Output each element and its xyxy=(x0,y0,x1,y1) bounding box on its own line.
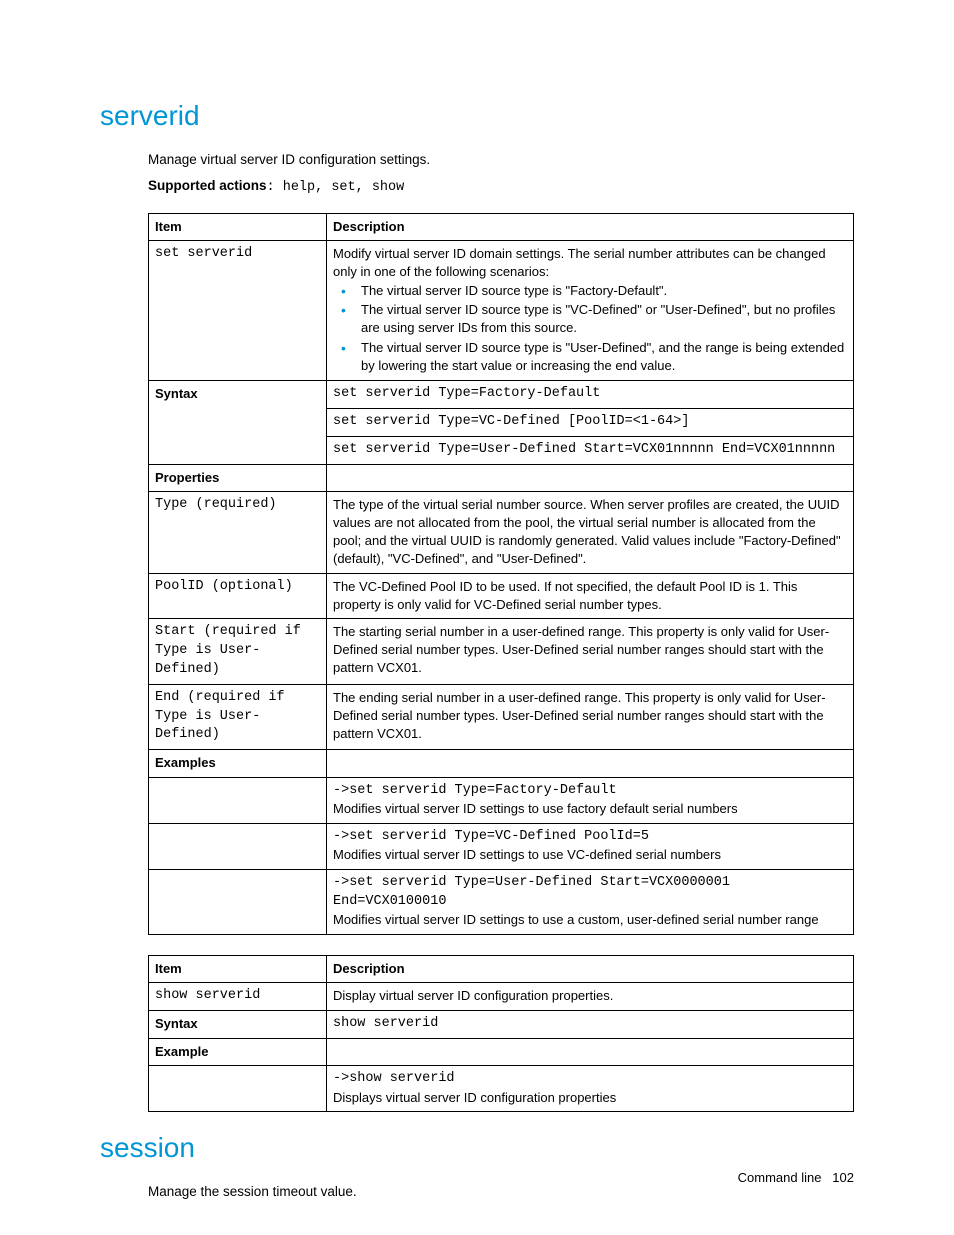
end-desc: The ending serial number in a user-defin… xyxy=(327,684,854,750)
start-desc: The starting serial number in a user-def… xyxy=(327,618,854,684)
example-empty-2 xyxy=(327,1038,854,1065)
footer-section: Command line xyxy=(738,1170,822,1185)
supported-label: Supported actions xyxy=(148,178,267,193)
example-label-2: Example xyxy=(149,1038,327,1065)
set-desc-intro: Modify virtual server ID domain settings… xyxy=(333,245,847,281)
th-desc-2: Description xyxy=(327,955,854,982)
syntax-2: set serverid Type=VC-Defined [PoolID=<1-… xyxy=(327,408,854,436)
show-desc: Display virtual server ID configuration … xyxy=(327,982,854,1010)
ex1-empty xyxy=(149,777,327,823)
type-label: Type (required) xyxy=(149,491,327,573)
ex2-empty xyxy=(149,823,327,869)
syntax-label: Syntax xyxy=(149,381,327,465)
ex-empty-2 xyxy=(149,1065,327,1111)
poolid-desc: The VC-Defined Pool ID to be used. If no… xyxy=(327,573,854,618)
ex2-desc: Modifies virtual server ID settings to u… xyxy=(333,846,847,864)
serverid-show-table: Item Description show serverid Display v… xyxy=(148,955,854,1112)
ex-2: ->show serverid Displays virtual server … xyxy=(327,1065,854,1111)
serverid-intro: Manage virtual server ID configuration s… xyxy=(148,150,854,199)
bullet-1: The virtual server ID source type is "Fa… xyxy=(353,282,847,300)
ex2-cmd: ->set serverid Type=VC-Defined PoolId=5 xyxy=(333,828,847,847)
ex3: ->set serverid Type=User-Defined Start=V… xyxy=(327,869,854,934)
serverid-set-table: Item Description set serverid Modify vir… xyxy=(148,213,854,935)
heading-session: session xyxy=(100,1132,854,1164)
manage-text: Manage virtual server ID configuration s… xyxy=(148,150,854,170)
syntax-label-2: Syntax xyxy=(149,1010,327,1038)
supported-values: : help, set, show xyxy=(267,180,405,195)
set-desc: Modify virtual server ID domain settings… xyxy=(327,240,854,380)
type-desc: The type of the virtual serial number so… xyxy=(327,491,854,573)
ex3-desc: Modifies virtual server ID settings to u… xyxy=(333,911,847,929)
heading-serverid: serverid xyxy=(100,100,854,132)
th-item-2: Item xyxy=(149,955,327,982)
bullet-2: The virtual server ID source type is "VC… xyxy=(353,301,847,337)
syntax-1: set serverid Type=Factory-Default xyxy=(327,381,854,409)
syntax-3: set serverid Type=User-Defined Start=VCX… xyxy=(327,436,854,464)
ex2: ->set serverid Type=VC-Defined PoolId=5 … xyxy=(327,823,854,869)
th-desc: Description xyxy=(327,213,854,240)
ex1-cmd: ->set serverid Type=Factory-Default xyxy=(333,782,847,801)
show-cmd: show serverid xyxy=(149,982,327,1010)
end-label: End (required if Type is User-Defined) xyxy=(149,684,327,750)
footer-page: 102 xyxy=(832,1170,854,1185)
start-label: Start (required if Type is User-Defined) xyxy=(149,618,327,684)
ex3-cmd: ->set serverid Type=User-Defined Start=V… xyxy=(333,874,847,912)
examples-empty xyxy=(327,750,854,777)
poolid-label: PoolID (optional) xyxy=(149,573,327,618)
page-footer: Command line 102 xyxy=(738,1170,854,1185)
ex-desc-2: Displays virtual server ID configuration… xyxy=(333,1089,847,1107)
syntax-cmd-2: show serverid xyxy=(327,1010,854,1038)
th-item: Item xyxy=(149,213,327,240)
ex-cmd-2: ->show serverid xyxy=(333,1070,847,1089)
examples-label: Examples xyxy=(149,750,327,777)
properties-label: Properties xyxy=(149,464,327,491)
properties-empty xyxy=(327,464,854,491)
set-cmd: set serverid xyxy=(149,240,327,380)
ex1: ->set serverid Type=Factory-Default Modi… xyxy=(327,777,854,823)
bullet-3: The virtual server ID source type is "Us… xyxy=(353,339,847,375)
ex1-desc: Modifies virtual server ID settings to u… xyxy=(333,800,847,818)
supported-actions: Supported actions: help, set, show xyxy=(148,176,854,198)
ex3-empty xyxy=(149,869,327,934)
